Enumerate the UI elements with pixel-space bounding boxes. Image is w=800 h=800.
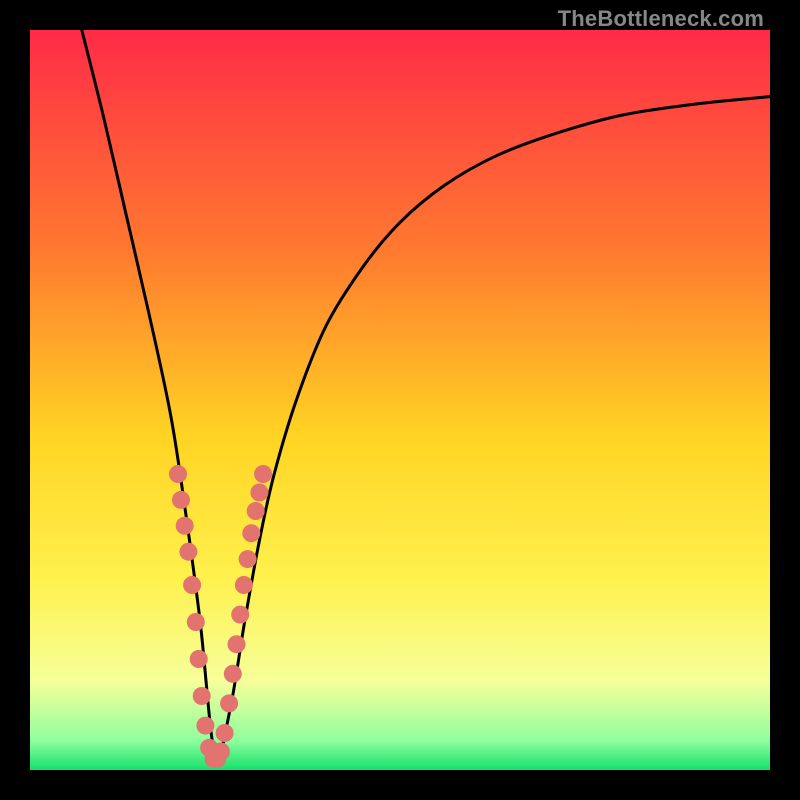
marker-point bbox=[196, 717, 214, 735]
marker-point bbox=[220, 694, 238, 712]
marker-point bbox=[172, 491, 190, 509]
marker-point bbox=[169, 465, 187, 483]
curve-layer bbox=[30, 30, 770, 770]
marker-point bbox=[254, 465, 272, 483]
marker-point bbox=[247, 502, 265, 520]
marker-point bbox=[193, 687, 211, 705]
marker-point bbox=[250, 484, 268, 502]
marker-point bbox=[239, 550, 257, 568]
marker-point bbox=[224, 665, 242, 683]
marker-point bbox=[179, 543, 197, 561]
marker-point bbox=[228, 635, 246, 653]
marker-point bbox=[231, 606, 249, 624]
marker-point bbox=[183, 576, 201, 594]
chart-frame bbox=[30, 30, 770, 770]
bottleneck-curve bbox=[82, 30, 770, 759]
plot-area bbox=[30, 30, 770, 770]
marker-point bbox=[235, 576, 253, 594]
marker-point bbox=[216, 724, 234, 742]
marker-point bbox=[187, 613, 205, 631]
watermark-text: TheBottleneck.com bbox=[558, 6, 764, 32]
marker-point bbox=[176, 517, 194, 535]
marker-point bbox=[242, 524, 260, 542]
marker-point bbox=[190, 650, 208, 668]
marker-point bbox=[212, 743, 230, 761]
